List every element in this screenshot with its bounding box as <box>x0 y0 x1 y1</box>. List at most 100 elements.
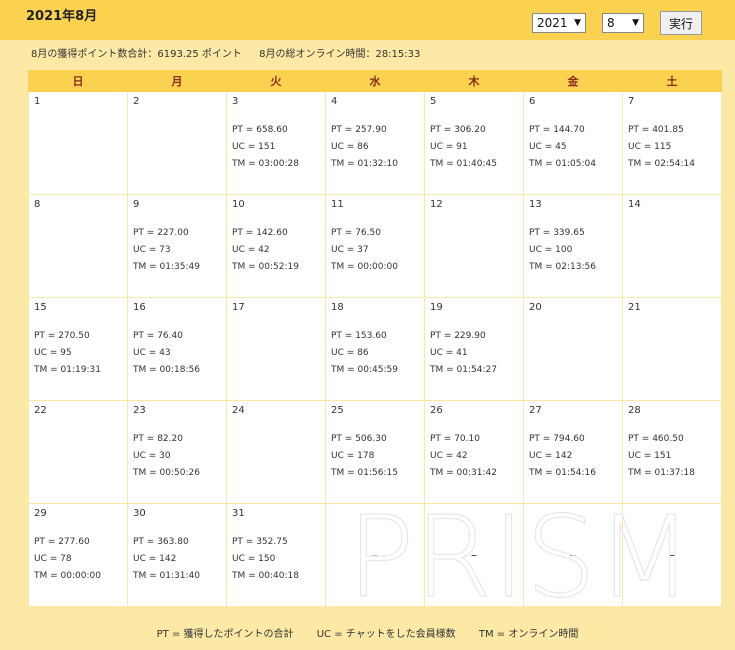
calendar-day-cell: 7 PT = 401.85 UC = 115 TM = 02:54:14 <box>622 91 722 195</box>
stat-points: PT = 227.00 <box>133 228 189 238</box>
stat-points: PT = 794.60 <box>529 434 585 444</box>
stat-points: PT = 76.40 <box>133 331 183 341</box>
weekday-header: 金 <box>523 70 623 92</box>
month-select[interactable]: 8 ▼ <box>602 13 644 33</box>
day-number: 26 <box>430 405 443 416</box>
day-stats: PT = 229.90 UC = 41 TM = 01:54:27 <box>430 328 497 379</box>
weekday-header: 水 <box>325 70 425 92</box>
calendar-day-cell: 11 PT = 76.50 UC = 37 TM = 00:00:00 <box>325 194 425 298</box>
run-button[interactable]: 実行 <box>660 11 703 35</box>
chevron-down-icon: ▼ <box>632 18 639 28</box>
stat-users: UC = 30 <box>133 451 171 461</box>
day-stats: PT = 277.60 UC = 78 TM = 00:00:00 <box>34 534 101 585</box>
stat-time: TM = 01:37:18 <box>628 468 695 478</box>
stat-time: TM = 00:50:26 <box>133 468 200 478</box>
stat-users: UC = 45 <box>529 142 567 152</box>
day-number: 18 <box>331 302 344 313</box>
day-number: 29 <box>34 508 47 519</box>
calendar-day-cell: 5 PT = 306.20 UC = 91 TM = 01:40:45 <box>424 91 524 195</box>
calendar-day-cell: 19 PT = 229.90 UC = 41 TM = 01:54:27 <box>424 297 524 401</box>
stat-users: UC = 86 <box>331 142 369 152</box>
calendar-day-cell: 22 <box>28 400 128 504</box>
day-stats: PT = 144.70 UC = 45 TM = 01:05:04 <box>529 122 596 173</box>
stat-users: UC = 151 <box>628 451 672 461</box>
page-title: 2021年8月 <box>26 9 98 24</box>
empty-day-dash: – <box>372 548 378 562</box>
day-number: 31 <box>232 508 245 519</box>
chevron-down-icon: ▼ <box>574 18 581 28</box>
stat-time: TM = 00:00:00 <box>331 262 398 272</box>
calendar-week-row: 1 2 3 PT = 658.60 UC = 151 TM = 03:00:28 4 PT =… <box>28 91 722 195</box>
stat-time: TM = 00:45:59 <box>331 365 398 375</box>
day-stats: PT = 76.50 UC = 37 TM = 00:00:00 <box>331 225 398 276</box>
calendar-day-cell: – <box>622 503 722 607</box>
online-total: 8月の総オンライン時間：28:15:33 <box>259 49 421 60</box>
empty-day-dash: – <box>471 548 477 562</box>
day-stats: PT = 658.60 UC = 151 TM = 03:00:28 <box>232 122 299 173</box>
calendar-week-row: 29 PT = 277.60 UC = 78 TM = 00:00:00 30 PT = … <box>28 503 722 607</box>
stat-time: TM = 02:54:14 <box>628 159 695 169</box>
calendar-day-cell: 21 <box>622 297 722 401</box>
day-stats: PT = 306.20 UC = 91 TM = 01:40:45 <box>430 122 497 173</box>
stat-users: UC = 91 <box>430 142 468 152</box>
stat-points: PT = 401.85 <box>628 125 684 135</box>
day-stats: PT = 352.75 UC = 150 TM = 00:40:18 <box>232 534 299 585</box>
calendar-day-cell: 17 <box>226 297 326 401</box>
calendar-day-cell: – <box>325 503 425 607</box>
day-stats: PT = 227.00 UC = 73 TM = 01:35:49 <box>133 225 200 276</box>
stat-users: UC = 95 <box>34 348 72 358</box>
day-stats: PT = 76.40 UC = 43 TM = 00:18:56 <box>133 328 200 379</box>
stat-points: PT = 658.60 <box>232 125 288 135</box>
header-bar: 2021年8月 2021 ▼ 8 ▼ 実行 <box>0 0 735 40</box>
calendar-day-cell: 25 PT = 506.30 UC = 178 TM = 01:56:15 <box>325 400 425 504</box>
stat-points: PT = 506.30 <box>331 434 387 444</box>
day-number: 30 <box>133 508 146 519</box>
stat-users: UC = 86 <box>331 348 369 358</box>
year-select[interactable]: 2021 ▼ <box>532 13 586 33</box>
day-number: 17 <box>232 302 245 313</box>
stat-time: TM = 00:18:56 <box>133 365 200 375</box>
day-number: 8 <box>34 199 41 210</box>
stat-users: UC = 115 <box>628 142 672 152</box>
stat-points: PT = 82.20 <box>133 434 183 444</box>
day-number: 3 <box>232 96 239 107</box>
day-number: 6 <box>529 96 536 107</box>
calendar-day-cell: 28 PT = 460.50 UC = 151 TM = 01:37:18 <box>622 400 722 504</box>
day-number: 7 <box>628 96 635 107</box>
stat-points: PT = 142.60 <box>232 228 288 238</box>
weekday-header-row: 日 月 火 水 木 金 土 <box>28 70 722 92</box>
calendar-day-cell: 26 PT = 70.10 UC = 42 TM = 00:31:42 <box>424 400 524 504</box>
calendar-day-cell: 23 PT = 82.20 UC = 30 TM = 00:50:26 <box>127 400 227 504</box>
day-number: 20 <box>529 302 542 313</box>
day-number: 16 <box>133 302 146 313</box>
legend-pt: PT = 獲得したポイントの合計 <box>156 629 294 640</box>
calendar-day-cell: 12 <box>424 194 524 298</box>
day-stats: PT = 257.90 UC = 86 TM = 01:32:10 <box>331 122 398 173</box>
empty-day-dash: – <box>669 548 675 562</box>
day-number: 27 <box>529 405 542 416</box>
day-stats: PT = 506.30 UC = 178 TM = 01:56:15 <box>331 431 398 482</box>
day-stats: PT = 142.60 UC = 42 TM = 00:52:19 <box>232 225 299 276</box>
day-number: 23 <box>133 405 146 416</box>
calendar-day-cell: – <box>523 503 623 607</box>
stat-time: TM = 01:54:27 <box>430 365 497 375</box>
day-stats: PT = 70.10 UC = 42 TM = 00:31:42 <box>430 431 497 482</box>
day-number: 21 <box>628 302 641 313</box>
calendar-day-cell: 4 PT = 257.90 UC = 86 TM = 01:32:10 <box>325 91 425 195</box>
stat-points: PT = 270.50 <box>34 331 90 341</box>
calendar-day-cell: – <box>424 503 524 607</box>
day-number: 24 <box>232 405 245 416</box>
empty-day-dash: – <box>570 548 576 562</box>
stat-time: TM = 01:35:49 <box>133 262 200 272</box>
day-stats: PT = 401.85 UC = 115 TM = 02:54:14 <box>628 122 695 173</box>
stat-users: UC = 73 <box>133 245 171 255</box>
calendar-day-cell: 14 <box>622 194 722 298</box>
stat-points: PT = 144.70 <box>529 125 585 135</box>
year-select-value: 2021 <box>537 16 568 30</box>
day-number: 5 <box>430 96 437 107</box>
stat-time: TM = 03:00:28 <box>232 159 299 169</box>
day-stats: PT = 460.50 UC = 151 TM = 01:37:18 <box>628 431 695 482</box>
stat-points: PT = 306.20 <box>430 125 486 135</box>
day-stats: PT = 339.65 UC = 100 TM = 02:13:56 <box>529 225 596 276</box>
stat-time: TM = 01:19:31 <box>34 365 101 375</box>
